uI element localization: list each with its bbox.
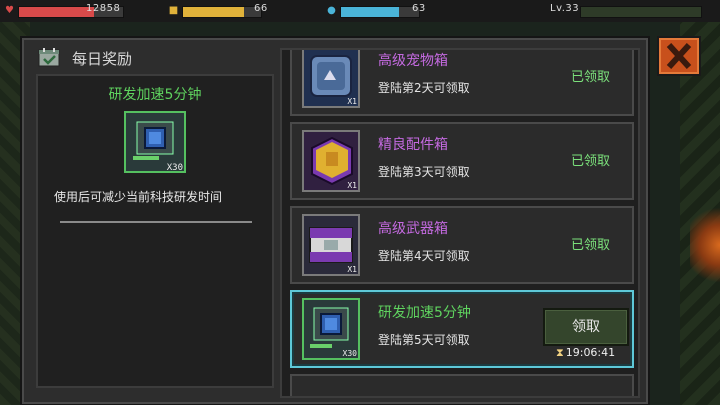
claimed-label: 已领取	[570, 238, 610, 253]
reward-day-text: 登陆第4天可领取	[378, 249, 470, 263]
parts-crate-icon: X1	[302, 130, 360, 192]
weapon-crate-icon: X1	[302, 214, 360, 276]
reward-name: 高级宠物箱	[378, 53, 448, 69]
daily-reward-panel: 每日奖励 研发加速5分钟 X30 使用后可减少当前科技研发时间 X1 高级宠物箱	[22, 38, 648, 404]
detail-description: 使用后可减少当前科技研发时间	[54, 190, 223, 204]
calendar-check-icon	[38, 48, 60, 67]
reward-name: 高级武器箱	[378, 221, 448, 237]
reward-list[interactable]: X1 高级宠物箱 登陆第2天可领取 已领取 X1 精良配件箱 登陆第3天可领取 …	[280, 48, 640, 398]
detail-qty: X30	[167, 163, 183, 173]
reward-day-text: 登陆第3天可领取	[378, 165, 470, 179]
svg-text:X30: X30	[343, 349, 358, 358]
detail-item-name: 研发加速5分钟	[108, 87, 202, 103]
hourglass-icon: ⧗	[556, 346, 564, 359]
water-bar	[340, 6, 420, 18]
svg-text:X1: X1	[347, 181, 357, 190]
hp-stat: ♥ 12858	[4, 3, 126, 18]
energy-bar	[182, 6, 262, 18]
hp-value: 12858	[86, 3, 121, 14]
reward-name: 精良配件箱	[378, 137, 448, 153]
close-x-icon	[666, 42, 692, 70]
pet-crate-icon: X1	[302, 50, 360, 108]
claimed-label: 已领取	[570, 154, 610, 169]
research-speedup-chip-icon: X30	[302, 298, 360, 360]
water-drop-icon: ●	[327, 5, 336, 16]
reward-item-day3: X1 精良配件箱 登陆第3天可领取 已领取	[290, 122, 634, 200]
claimed-label: 已领取	[570, 70, 610, 85]
countdown-timer: ⧗ 19:06:41	[556, 346, 615, 360]
reward-item-day5[interactable]: X30 研发加速5分钟 登陆第5天可领取 领取 ⧗ 19:06:41	[290, 290, 634, 368]
svg-text:X1: X1	[347, 97, 357, 106]
energy-icon: ■	[168, 5, 179, 16]
level-stat: Lv.33	[548, 3, 708, 18]
timer-value: 19:06:41	[565, 346, 616, 359]
svg-text:X1: X1	[347, 265, 357, 274]
reward-item-next	[290, 374, 634, 396]
heart-icon: ♥	[5, 5, 14, 16]
detail-divider	[60, 221, 252, 223]
water-value: 63	[412, 3, 426, 14]
reward-item-day4: X1 高级武器箱 登陆第4天可领取 已领取	[290, 206, 634, 284]
level-value: Lv.33	[550, 3, 580, 14]
reward-detail: 研发加速5分钟 X30 使用后可减少当前科技研发时间	[36, 74, 274, 388]
research-speedup-chip-icon: X30	[124, 111, 186, 173]
energy-value: 66	[254, 3, 268, 14]
water-stat: ● 63	[326, 3, 436, 18]
panel-title: 每日奖励	[72, 50, 133, 68]
energy-stat: ■ 66	[168, 3, 272, 18]
reward-day-text: 登陆第5天可领取	[378, 333, 470, 347]
level-bar	[580, 6, 702, 18]
close-button[interactable]	[657, 36, 701, 76]
claim-button[interactable]: 领取	[543, 308, 629, 346]
fire-glow	[690, 205, 720, 285]
reward-day-text: 登陆第2天可领取	[378, 81, 470, 95]
status-bar: ♥ 12858 ■ 66 ● 63 Lv.33	[0, 0, 720, 22]
reward-name: 研发加速5分钟	[378, 305, 471, 321]
reward-item-day2: X1 高级宠物箱 登陆第2天可领取 已领取	[290, 50, 634, 116]
